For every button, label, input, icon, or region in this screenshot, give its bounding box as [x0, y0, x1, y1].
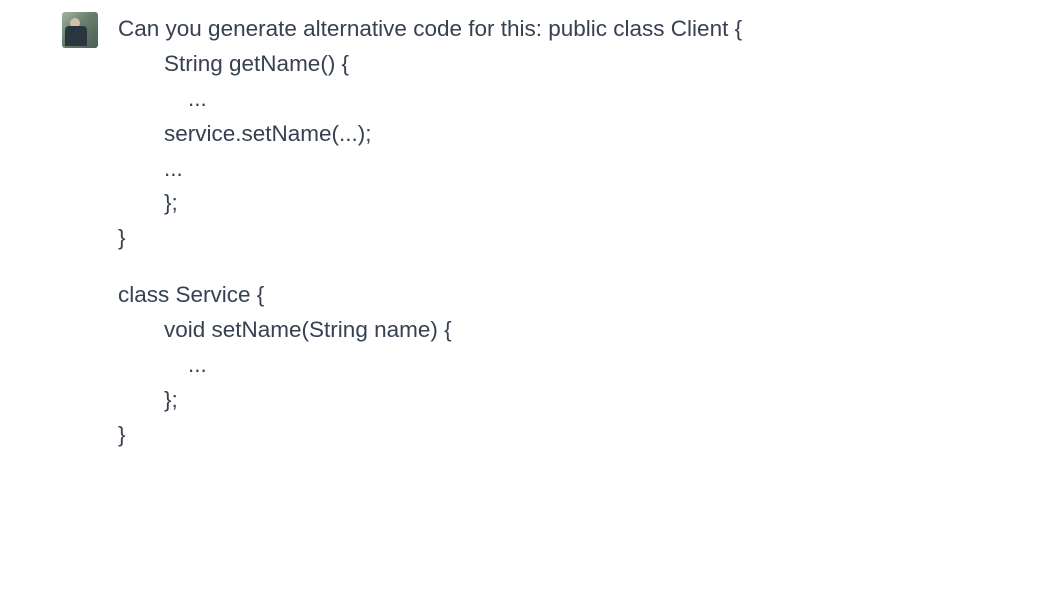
text-line: class Service { [118, 278, 1050, 313]
text-line: } [118, 418, 1050, 453]
text-line: String getName() { [118, 47, 1050, 82]
avatar [62, 12, 98, 48]
text-line: ... [118, 348, 1050, 383]
chat-message: Can you generate alternative code for th… [0, 12, 1050, 453]
text-line: } [118, 221, 1050, 256]
text-line: }; [118, 383, 1050, 418]
text-line: }; [118, 186, 1050, 221]
message-text: Can you generate alternative code for th… [118, 12, 1050, 453]
text-line: ... [118, 152, 1050, 187]
text-line: void setName(String name) { [118, 313, 1050, 348]
text-line: Can you generate alternative code for th… [118, 12, 1050, 47]
text-line: service.setName(...); [118, 117, 1050, 152]
text-line: ... [118, 82, 1050, 117]
blank-line [118, 256, 1050, 278]
